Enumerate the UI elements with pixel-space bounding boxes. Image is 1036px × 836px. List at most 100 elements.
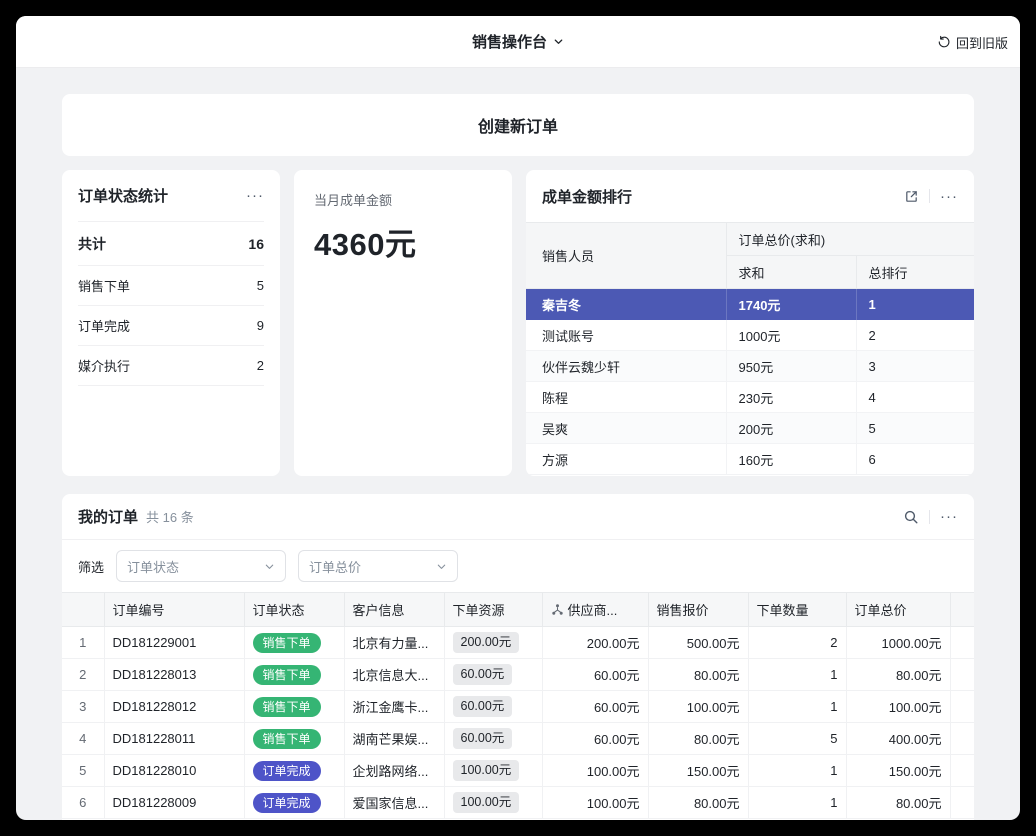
resource-pill: 60.00元 — [453, 696, 513, 717]
sales-quote: 80.00元 — [648, 659, 748, 691]
ranking-person: 秦吉冬 — [526, 289, 726, 320]
customer-info: 浙江金鹰卡... — [344, 691, 444, 723]
stat-value: 2 — [257, 358, 264, 373]
col-sum: 求和 — [726, 256, 856, 289]
resource-pill: 60.00元 — [453, 664, 513, 685]
order-row[interactable]: 1 DD181229001 销售下单 北京有力量... 200.00元 200.… — [62, 627, 974, 659]
ranking-card-title: 成单金额排行 — [542, 186, 632, 207]
row-number: 6 — [62, 787, 104, 819]
ranking-rank: 4 — [856, 382, 974, 413]
order-total: 80.00元 — [846, 659, 950, 691]
ranking-row[interactable]: 伙伴云魏少轩 950元 3 — [526, 351, 974, 382]
stat-label: 销售下单 — [78, 276, 130, 295]
my-orders-title: 我的订单 — [78, 506, 138, 527]
create-order-button[interactable]: 创建新订单 — [62, 94, 974, 156]
order-total-filter-placeholder: 订单总价 — [309, 557, 361, 576]
supplier-price: 200.00元 — [542, 627, 648, 659]
row-number: 3 — [62, 691, 104, 723]
col-supplier-label: 供应商... — [568, 600, 618, 619]
ranking-row[interactable]: 秦吉冬 1740元 1 — [526, 289, 974, 320]
col-supplier: 供应商... — [542, 593, 648, 627]
ranking-row[interactable]: 方源 160元 6 — [526, 444, 974, 475]
order-no: DD181228011 — [104, 723, 244, 755]
order-status-cell: 销售下单 — [244, 691, 344, 723]
resource-pill: 60.00元 — [453, 728, 513, 749]
my-orders-count: 共 16 条 — [146, 507, 194, 526]
ranking-card-tools: ··· — [904, 189, 958, 204]
status-pill: 订单完成 — [253, 761, 321, 781]
search-icon[interactable] — [903, 509, 919, 525]
customer-info: 湖南芒果娱... — [344, 723, 444, 755]
top-bar: 销售操作台 回到旧版 — [16, 16, 1020, 68]
ranking-person: 测试账号 — [526, 320, 726, 351]
my-orders-tools: ··· — [903, 509, 958, 525]
filter-label: 筛选 — [78, 557, 104, 576]
supplier-price: 100.00元 — [542, 787, 648, 819]
resource-pill: 100.00元 — [453, 760, 520, 781]
row-number: 4 — [62, 723, 104, 755]
divider — [929, 189, 930, 203]
my-orders-card: 我的订单 共 16 条 ··· 筛选 订单状态 — [62, 494, 974, 820]
order-row[interactable]: 6 DD181228009 订单完成 爱国家信息... 100.00元 100.… — [62, 787, 974, 819]
order-no: DD181228009 — [104, 787, 244, 819]
order-status-filter-select[interactable]: 订单状态 — [116, 550, 286, 582]
more-icon[interactable]: ··· — [940, 509, 958, 524]
order-total: 1000.00元 — [846, 627, 950, 659]
order-qty: 5 — [748, 723, 846, 755]
stat-row-total: 共计 16 — [78, 222, 264, 266]
stat-row: 订单完成 9 — [78, 306, 264, 346]
order-row[interactable]: 5 DD181228010 订单完成 企划路网络... 100.00元 100.… — [62, 755, 974, 787]
col-sales-person: 销售人员 — [526, 223, 726, 289]
ranking-table: 销售人员 订单总价(求和) 求和 总排行 秦吉冬 1740元 1 — [526, 222, 974, 475]
order-status-filter-placeholder: 订单状态 — [127, 557, 179, 576]
filler-cell — [950, 691, 974, 723]
ranking-sum: 950元 — [726, 351, 856, 382]
my-orders-header: 我的订单 共 16 条 ··· — [62, 494, 974, 540]
filler-cell — [950, 659, 974, 691]
ranking-header-row-1: 销售人员 订单总价(求和) — [526, 223, 974, 256]
ranking-rank: 6 — [856, 444, 974, 475]
filler-cell — [950, 755, 974, 787]
order-no: DD181228012 — [104, 691, 244, 723]
filler-cell — [950, 723, 974, 755]
stat-row: 销售下单 5 — [78, 266, 264, 306]
col-order-total-group: 订单总价(求和) — [726, 223, 974, 256]
create-order-label: 创建新订单 — [478, 113, 558, 137]
relation-icon — [551, 603, 564, 616]
stat-label: 订单完成 — [78, 316, 130, 335]
ranking-sum: 200元 — [726, 413, 856, 444]
app-window: 销售操作台 回到旧版 创建新订单 订单状态统计 ··· — [16, 16, 1020, 820]
export-icon[interactable] — [904, 189, 919, 204]
col-quote: 销售报价 — [648, 593, 748, 627]
filler-cell — [950, 787, 974, 819]
order-row[interactable]: 3 DD181228012 销售下单 浙江金鹰卡... 60.00元 60.00… — [62, 691, 974, 723]
order-total: 80.00元 — [846, 787, 950, 819]
orders-filter-row: 筛选 订单状态 订单总价 — [62, 540, 974, 592]
order-qty: 2 — [748, 627, 846, 659]
col-rank: 总排行 — [856, 256, 974, 289]
order-total: 150.00元 — [846, 755, 950, 787]
more-icon[interactable]: ··· — [246, 188, 264, 203]
ranking-row[interactable]: 吴爽 200元 5 — [526, 413, 974, 444]
customer-info: 北京信息大... — [344, 659, 444, 691]
restore-icon — [937, 35, 951, 49]
ranking-row[interactable]: 陈程 230元 4 — [526, 382, 974, 413]
order-no: DD181228010 — [104, 755, 244, 787]
workspace-title-dropdown[interactable]: 销售操作台 — [472, 31, 564, 52]
order-total: 400.00元 — [846, 723, 950, 755]
order-row[interactable]: 2 DD181228013 销售下单 北京信息大... 60.00元 60.00… — [62, 659, 974, 691]
page-title: 销售操作台 — [472, 31, 547, 52]
ranking-sum: 1740元 — [726, 289, 856, 320]
ranking-row[interactable]: 测试账号 1000元 2 — [526, 320, 974, 351]
more-icon[interactable]: ··· — [940, 189, 958, 204]
ranking-rank: 3 — [856, 351, 974, 382]
order-status-cell: 订单完成 — [244, 755, 344, 787]
col-resource: 下单资源 — [444, 593, 542, 627]
order-row[interactable]: 4 DD181228011 销售下单 湖南芒果娱... 60.00元 60.00… — [62, 723, 974, 755]
order-no: DD181229001 — [104, 627, 244, 659]
month-amount-card: 当月成单金额 4360元 — [294, 170, 512, 476]
ranking-card: 成单金额排行 ··· 销售人员 订单总价(求和) — [526, 170, 974, 476]
back-to-old-version-button[interactable]: 回到旧版 — [937, 16, 1008, 68]
supplier-price: 60.00元 — [542, 723, 648, 755]
order-total-filter-select[interactable]: 订单总价 — [298, 550, 458, 582]
